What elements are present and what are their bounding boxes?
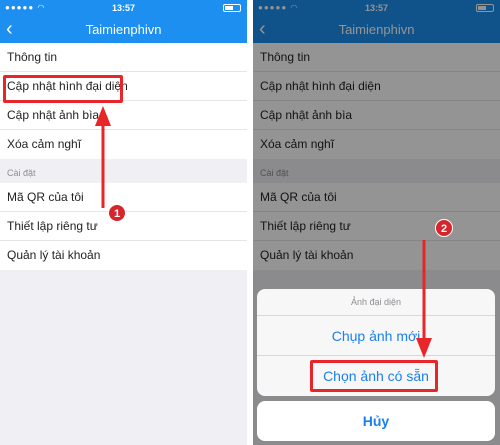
cancel-button[interactable]: Hủy bbox=[257, 401, 495, 441]
right-screen: ●●●●● ◠ 13:57 ‹ Taimienphivn Thông tin C… bbox=[253, 0, 500, 445]
highlight-update-avatar bbox=[3, 75, 123, 103]
nav-bar: ‹ Taimienphivn bbox=[0, 16, 247, 43]
nav-title: Taimienphivn bbox=[85, 22, 162, 37]
row-account[interactable]: Quản lý tài khoản bbox=[0, 241, 247, 270]
status-time: 13:57 bbox=[111, 3, 136, 13]
settings-group: Mã QR của tôi Thiết lập riêng tư Quản lý… bbox=[0, 183, 247, 270]
take-new-photo-button[interactable]: Chụp ảnh mới bbox=[257, 316, 495, 356]
step-1-badge: 1 bbox=[108, 204, 126, 222]
left-screen: ●●●●● ◠ 13:57 ‹ Taimienphivn Thông tin C… bbox=[0, 0, 247, 445]
row-update-cover[interactable]: Cập nhật ảnh bìa bbox=[0, 101, 247, 130]
row-delete-status[interactable]: Xóa cảm nghĩ bbox=[0, 130, 247, 159]
step-2-badge: 2 bbox=[435, 219, 453, 237]
row-info[interactable]: Thông tin bbox=[0, 43, 247, 72]
battery-icon bbox=[223, 4, 241, 12]
settings-section-header: Cài đặt bbox=[7, 168, 36, 178]
action-sheet-title: Ảnh đại diện bbox=[257, 289, 495, 316]
highlight-choose-photo bbox=[310, 360, 438, 392]
status-bar: ●●●●● ◠ 13:57 bbox=[0, 0, 247, 16]
